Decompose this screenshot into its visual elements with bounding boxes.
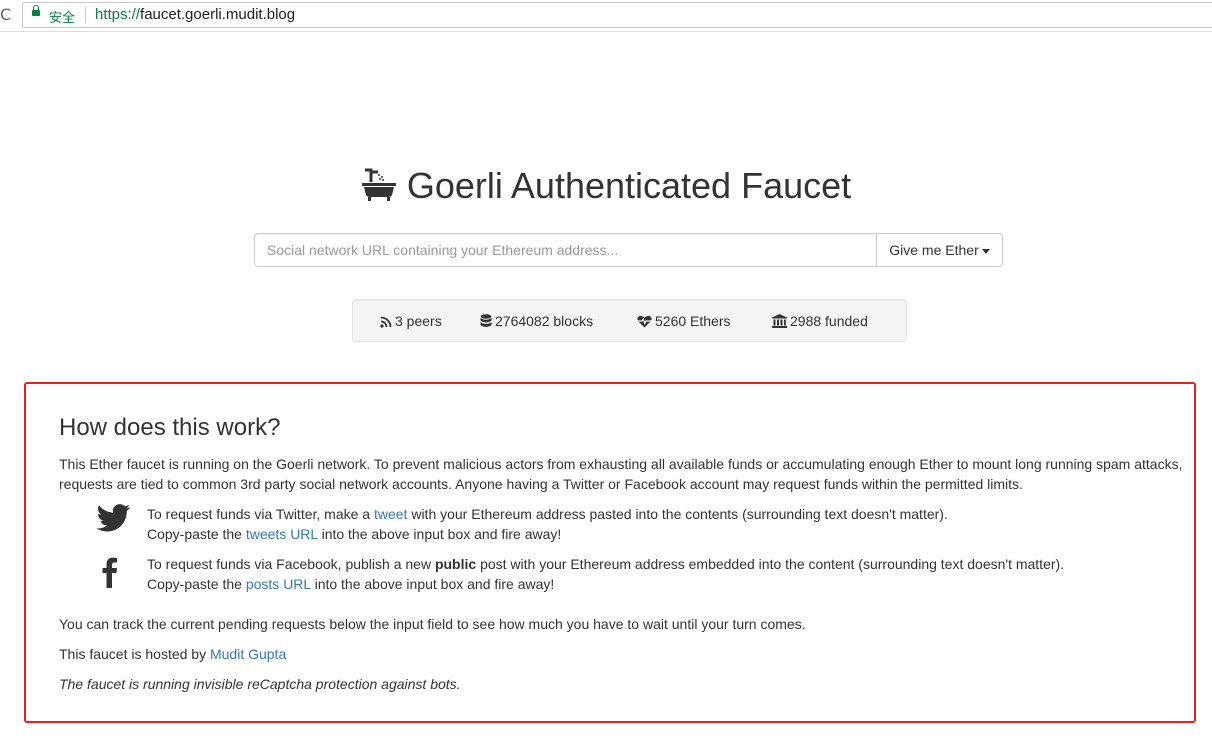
public-emphasis: public (434, 556, 477, 572)
heartbeat-icon (637, 315, 652, 328)
intro-paragraph: This Ether faucet is running on the Goer… (59, 456, 1183, 492)
twitter-line-2: Copy-paste the tweets URL into the above… (147, 526, 562, 542)
social-url-input[interactable] (254, 233, 877, 267)
url-scheme: https:// (95, 6, 141, 23)
facebook-line-1: To request funds via Facebook, publish a… (147, 556, 1065, 572)
mudit-gupta-link[interactable]: Mudit Gupta (210, 646, 286, 662)
twitter-method: To request funds via Twitter, make a twe… (59, 504, 1189, 544)
omnibox-divider (85, 7, 86, 23)
twitter-line-1: To request funds via Twitter, make a twe… (147, 506, 948, 522)
rss-icon (380, 316, 392, 328)
give-me-ether-label: Give me Ether (889, 242, 979, 258)
stat-blocks: 2764082 blocks (480, 313, 593, 329)
database-icon (480, 314, 492, 328)
facebook-line-2: Copy-paste the posts URL into the above … (147, 576, 555, 592)
stat-ethers: 5260 Ethers (637, 313, 731, 329)
tweet-link[interactable]: tweet (374, 506, 407, 522)
how-it-works-heading: How does this work? (59, 414, 281, 441)
stat-ethers-text: 5260 Ethers (655, 313, 731, 329)
how-it-works-section: How does this work? This Ether faucet is… (59, 414, 1189, 694)
tweets-url-link[interactable]: tweets URL (246, 526, 318, 542)
track-paragraph: You can track the current pending reques… (59, 616, 806, 632)
bank-icon (772, 314, 787, 328)
stats-well: 3 peers 2764082 blocks 5260 Ethers 2988 … (352, 299, 907, 342)
recaptcha-note: The faucet is running invisible reCaptch… (59, 676, 461, 692)
give-me-ether-button[interactable]: Give me Ether (876, 233, 1003, 267)
request-form: Give me Ether (254, 233, 1003, 267)
stat-funded-text: 2988 funded (790, 313, 868, 329)
url-host: faucet.goerli.mudit.blog (140, 6, 296, 23)
page-title-text: Goerli Authenticated Faucet (406, 165, 852, 206)
facebook-icon (102, 557, 117, 588)
bath-icon (361, 168, 396, 201)
caret-down-icon (981, 248, 990, 254)
stat-peers: 3 peers (380, 313, 442, 329)
page-title: Goerli Authenticated Faucet (0, 165, 1212, 207)
twitter-icon (97, 504, 131, 532)
url-text[interactable]: https://faucet.goerli.mudit.blog (95, 6, 295, 23)
stat-funded: 2988 funded (772, 313, 868, 329)
stat-peers-text: 3 peers (395, 313, 442, 329)
reload-icon[interactable]: C (0, 5, 11, 24)
facebook-method: To request funds via Facebook, publish a… (59, 554, 1189, 594)
secure-label[interactable]: 安全 (49, 7, 75, 26)
hosted-paragraph: This faucet is hosted by Mudit Gupta (59, 646, 287, 662)
stat-blocks-text: 2764082 blocks (495, 313, 594, 329)
browser-address-bar: C 安全 https://faucet.goerli.mudit.blog (0, 0, 1212, 32)
omnibox[interactable]: 安全 https://faucet.goerli.mudit.blog (22, 2, 1212, 28)
lock-icon[interactable] (32, 5, 40, 16)
posts-url-link[interactable]: posts URL (246, 576, 311, 592)
